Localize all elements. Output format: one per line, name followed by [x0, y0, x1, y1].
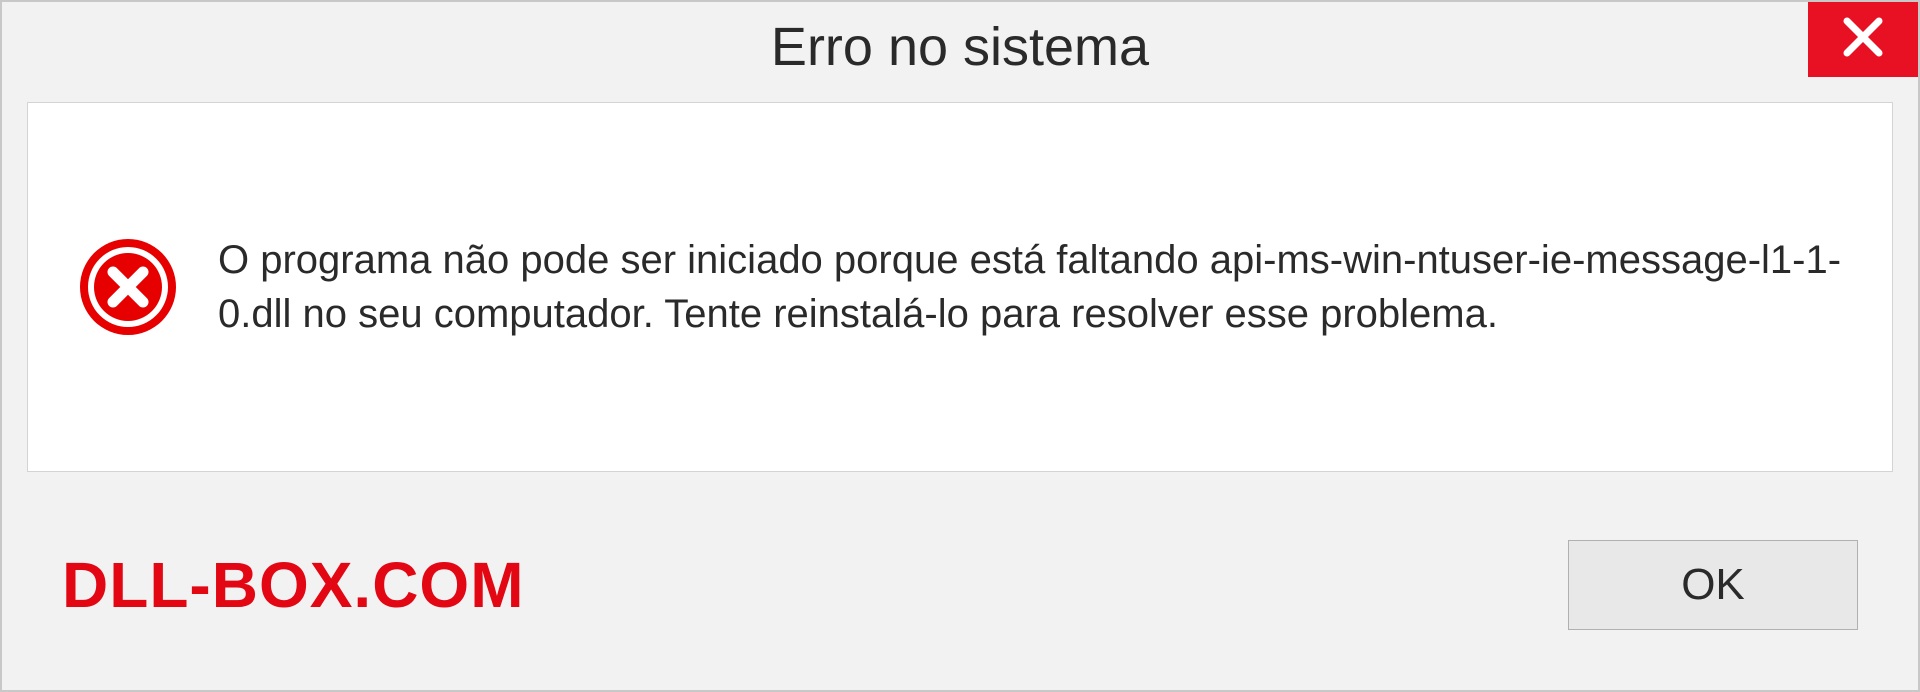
close-button[interactable] [1808, 2, 1918, 77]
dialog-title: Erro no sistema [771, 16, 1149, 78]
footer: DLL-BOX.COM OK [2, 510, 1918, 690]
ok-button[interactable]: OK [1568, 540, 1858, 630]
watermark-text: DLL-BOX.COM [62, 548, 525, 622]
close-icon [1841, 15, 1885, 64]
titlebar: Erro no sistema [2, 2, 1918, 92]
content-panel: O programa não pode ser iniciado porque … [27, 102, 1893, 472]
error-icon [78, 237, 178, 337]
error-message: O programa não pode ser iniciado porque … [218, 233, 1842, 341]
